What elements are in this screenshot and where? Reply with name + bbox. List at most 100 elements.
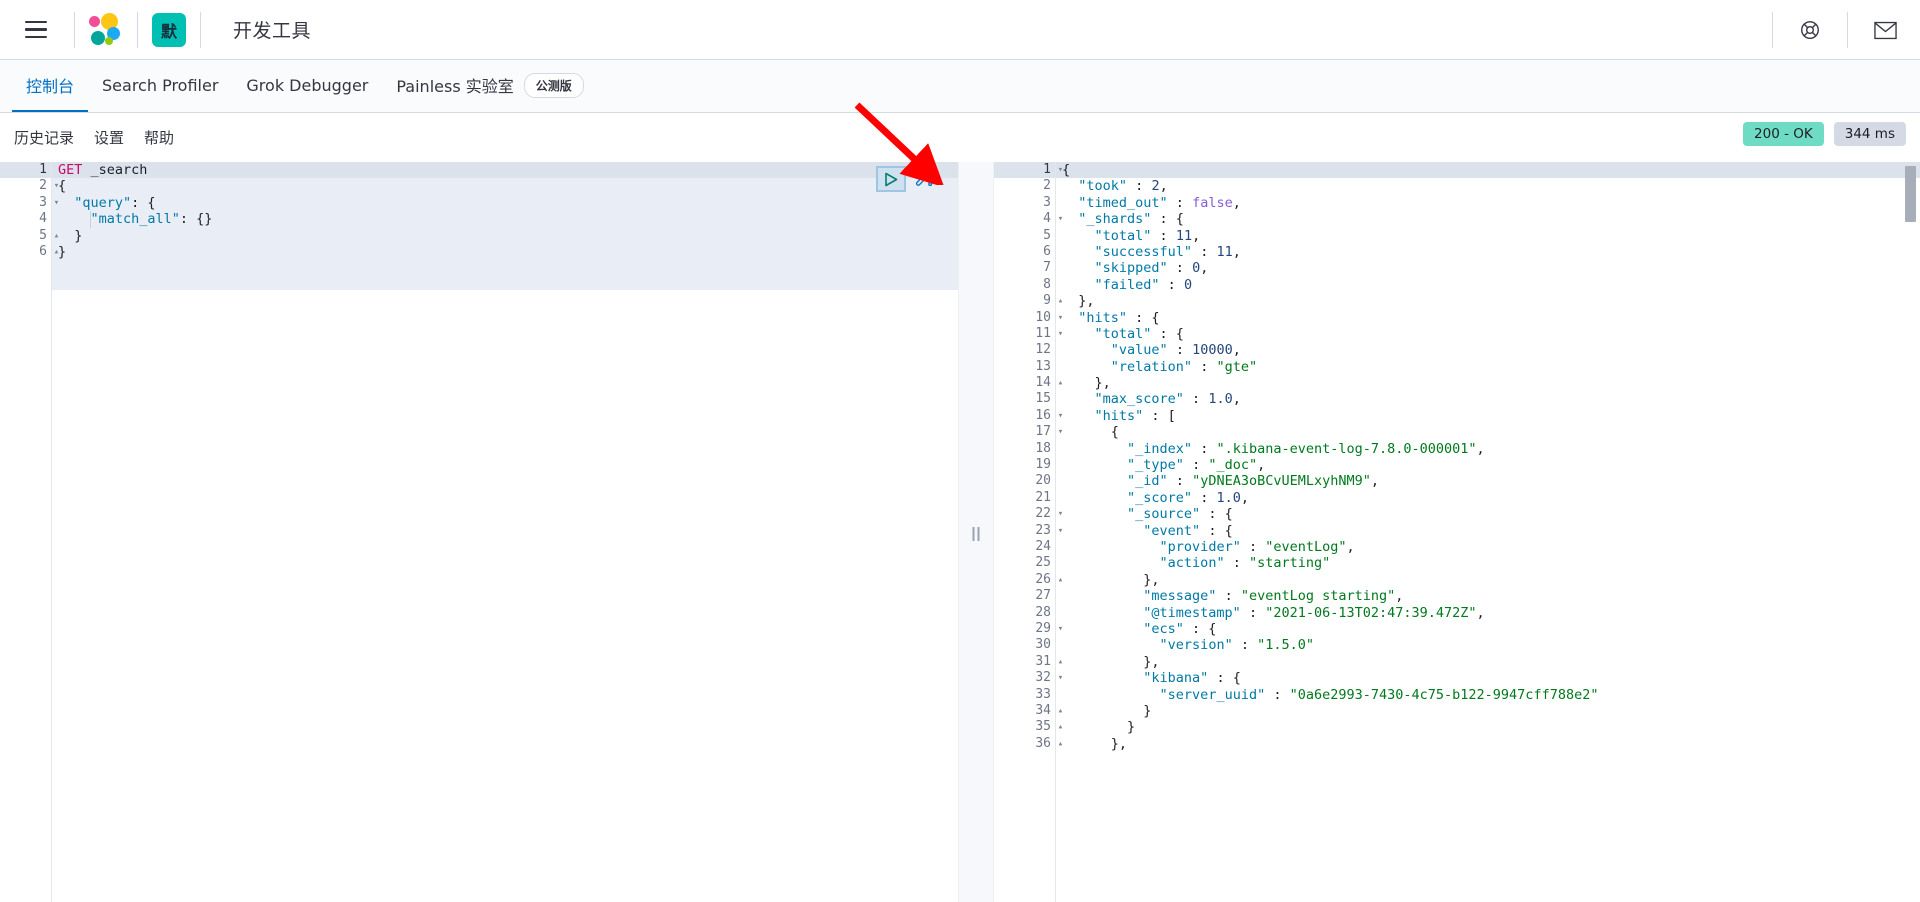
code-fold-toggle-icon[interactable]: ▾ — [1055, 670, 1066, 686]
tab-search-profiler[interactable]: Search Profiler — [88, 60, 232, 112]
code-line[interactable]: }, — [1056, 736, 1920, 752]
code-fold-toggle-icon[interactable]: ▴ — [1055, 572, 1066, 588]
code-line[interactable]: "_source" : { — [1056, 506, 1920, 522]
code-line[interactable]: "_type" : "_doc", — [1056, 457, 1920, 473]
response-vertical-scrollbar[interactable] — [1905, 166, 1916, 894]
mail-envelope-icon[interactable] — [1862, 0, 1908, 60]
code-token: "_index" — [1127, 440, 1193, 457]
scrollbar-thumb[interactable] — [1905, 166, 1916, 222]
code-line[interactable]: "provider" : "eventLog", — [1056, 539, 1920, 555]
line-number: 22 ▾ — [994, 506, 1063, 522]
code-fold-toggle-icon[interactable]: ▴ — [1055, 654, 1066, 670]
code-line[interactable]: "skipped" : 0, — [1056, 260, 1920, 276]
pane-resize-splitter[interactable] — [958, 162, 994, 902]
code-line[interactable]: "event" : { — [1056, 523, 1920, 539]
code-line[interactable]: { — [1056, 424, 1920, 440]
code-line[interactable]: "relation" : "gte" — [1056, 359, 1920, 375]
code-fold-toggle-icon[interactable]: ▴ — [1055, 703, 1066, 719]
code-fold-toggle-icon[interactable]: ▾ — [51, 178, 62, 194]
code-line[interactable]: "match_all": {} — [52, 211, 958, 227]
code-fold-toggle-icon[interactable]: ▴ — [51, 228, 62, 244]
code-line[interactable]: "_shards" : { — [1056, 211, 1920, 227]
code-fold-toggle-icon[interactable]: ▾ — [1055, 424, 1066, 440]
code-line[interactable]: "query": { — [52, 195, 958, 211]
code-line[interactable]: "_id" : "yDNEA3oBCvUEMLxyhNM9", — [1056, 473, 1920, 489]
subnav-settings[interactable]: 设置 — [94, 127, 124, 148]
code-line[interactable]: "took" : 2, — [1056, 178, 1920, 194]
code-line[interactable]: "total" : { — [1056, 326, 1920, 342]
code-fold-toggle-icon[interactable]: ▾ — [1055, 211, 1066, 227]
splitter-grip-icon[interactable] — [972, 527, 980, 541]
line-number: 2 ▾ — [0, 178, 59, 194]
code-token: "message" — [1143, 588, 1217, 605]
help-lifebuoy-icon[interactable] — [1787, 0, 1833, 60]
code-line[interactable]: } — [52, 244, 958, 260]
send-request-play-button[interactable] — [876, 166, 906, 192]
response-viewer-body[interactable]: { "took" : 2, "timed_out" : false, "_sha… — [1056, 162, 1920, 902]
elastic-logo-icon[interactable] — [89, 12, 123, 47]
code-line[interactable]: GET _search — [52, 162, 958, 179]
code-fold-toggle-icon[interactable]: ▾ — [1055, 523, 1066, 539]
wrench-icon[interactable] — [914, 167, 936, 191]
code-token: : — [1192, 489, 1217, 506]
code-line[interactable]: "successful" : 11, — [1056, 244, 1920, 260]
subnav-history[interactable]: 历史记录 — [14, 127, 74, 148]
code-line[interactable]: "ecs" : { — [1056, 621, 1920, 637]
subnav-help[interactable]: 帮助 — [144, 127, 174, 148]
code-line[interactable]: } — [52, 228, 958, 244]
code-line[interactable]: "max_score" : 1.0, — [1056, 391, 1920, 407]
code-fold-toggle-icon[interactable]: ▴ — [51, 244, 62, 260]
code-line[interactable]: "action" : "starting" — [1056, 555, 1920, 571]
code-line[interactable]: "kibana" : { — [1056, 670, 1920, 686]
code-line[interactable]: { — [1056, 162, 1920, 179]
code-fold-toggle-icon[interactable]: ▾ — [1055, 408, 1066, 424]
code-line[interactable]: "total" : 11, — [1056, 228, 1920, 244]
code-line[interactable]: }, — [1056, 293, 1920, 309]
code-fold-toggle-icon[interactable]: ▾ — [1055, 326, 1066, 342]
code-line[interactable]: "message" : "eventLog starting", — [1056, 588, 1920, 604]
code-line[interactable]: { — [52, 178, 958, 194]
code-line[interactable]: }, — [1056, 375, 1920, 391]
code-token: 11 — [1175, 227, 1193, 244]
code-fold-toggle-icon[interactable]: ▾ — [1055, 162, 1066, 178]
code-line[interactable]: "timed_out" : false, — [1056, 195, 1920, 211]
code-line[interactable]: "_score" : 1.0, — [1056, 490, 1920, 506]
code-fold-toggle-icon[interactable]: ▴ — [1055, 719, 1066, 735]
code-line[interactable]: } — [1056, 703, 1920, 719]
code-line[interactable]: "hits" : { — [1056, 310, 1920, 326]
code-line[interactable]: "hits" : [ — [1056, 408, 1920, 424]
code-fold-toggle-icon[interactable]: ▴ — [1055, 293, 1066, 309]
code-line[interactable]: } — [1056, 719, 1920, 735]
code-line[interactable]: }, — [1056, 654, 1920, 670]
code-line[interactable]: "server_uuid" : "0a6e2993-7430-4c75-b122… — [1056, 687, 1920, 703]
request-editor-pane[interactable]: 1 2 ▾ 3 ▾ 4 5 ▴ 6 ▴ GET _search{ "query": { "matc… — [0, 162, 958, 902]
code-line[interactable]: "version" : "1.5.0" — [1056, 637, 1920, 653]
code-token: "server_uuid" — [1159, 686, 1266, 703]
request-action-buttons — [876, 166, 936, 192]
line-number: 14 ▴ — [994, 375, 1063, 391]
code-token: "match_all" — [90, 211, 180, 228]
response-viewer-pane[interactable]: 1 ▾ 2 3 4 ▾ 5 6 7 8 9 ▴ 10 ▾ 11 ▾ 12 13 14 ▴ 15 16 ▾ 17 ▾ 18 19 20 2… — [994, 162, 1920, 902]
code-fold-toggle-icon[interactable]: ▾ — [1055, 310, 1066, 326]
tab-grok-debugger[interactable]: Grok Debugger — [232, 60, 382, 112]
code-fold-toggle-icon[interactable]: ▾ — [51, 195, 62, 211]
hamburger-menu-icon[interactable] — [12, 0, 60, 60]
header-right-group — [1758, 0, 1920, 60]
request-editor-body[interactable]: GET _search{ "query": { "match_all": {} … — [52, 162, 958, 902]
code-fold-toggle-icon[interactable]: ▴ — [1055, 736, 1066, 752]
code-line[interactable]: "value" : 10000, — [1056, 342, 1920, 358]
code-fold-toggle-icon[interactable]: ▾ — [1055, 621, 1066, 637]
code-line[interactable]: "@timestamp" : "2021-06-13T02:47:39.472Z… — [1056, 605, 1920, 621]
code-token: : { — [1200, 522, 1233, 539]
code-line[interactable]: "_index" : ".kibana-event-log-7.8.0-0000… — [1056, 441, 1920, 457]
code-line[interactable]: "failed" : 0 — [1056, 277, 1920, 293]
code-fold-toggle-icon[interactable]: ▾ — [1055, 506, 1066, 522]
code-line[interactable]: }, — [1056, 572, 1920, 588]
code-token: : — [1167, 473, 1193, 490]
tab-console[interactable]: 控制台 — [12, 60, 89, 112]
tab-painless-lab[interactable]: Painless 实验室 公测版 — [382, 60, 597, 112]
space-avatar-badge[interactable]: 默 — [152, 12, 186, 47]
code-token: }, — [1062, 653, 1160, 670]
code-fold-toggle-icon[interactable]: ▴ — [1055, 375, 1066, 391]
